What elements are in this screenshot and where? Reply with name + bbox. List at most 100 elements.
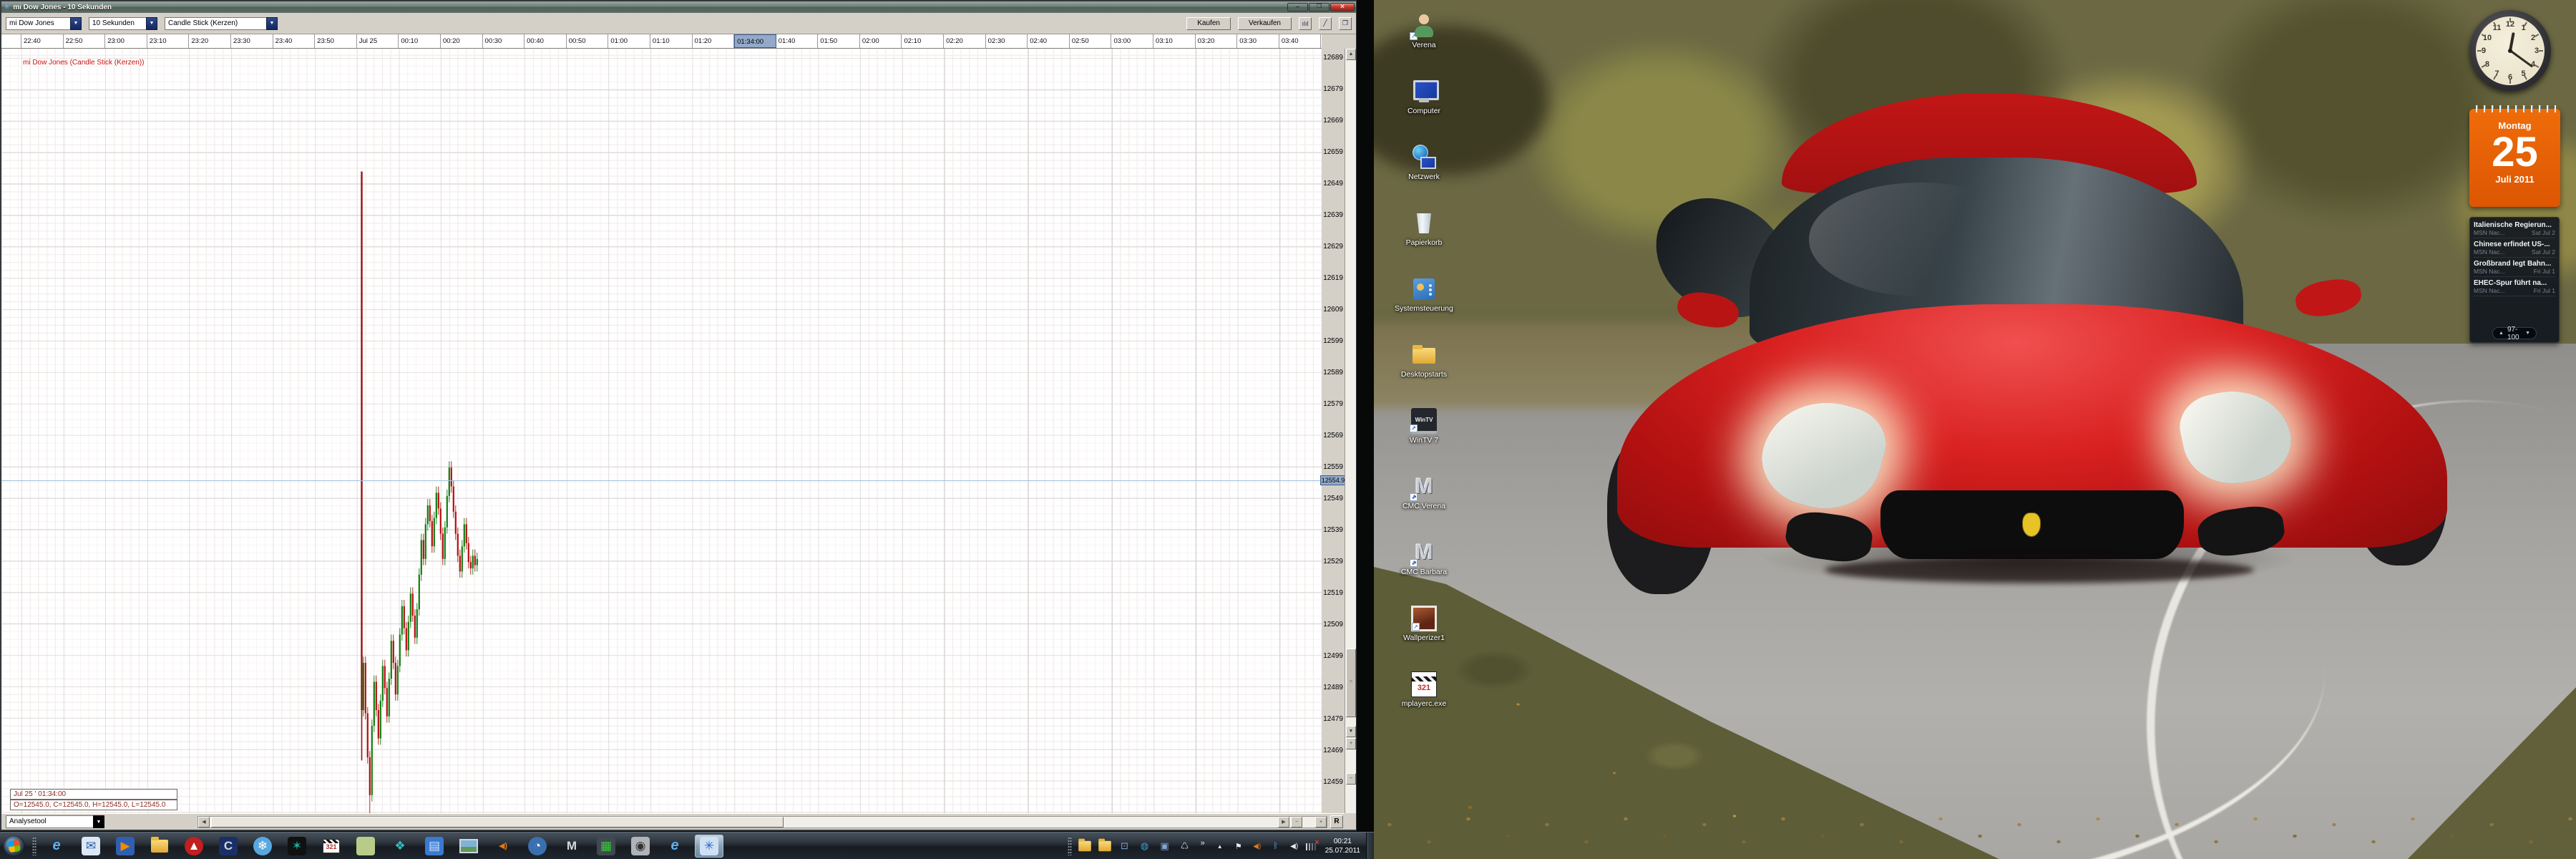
pager-up-icon[interactable]: ▲	[2499, 331, 2504, 336]
scroll-up-button[interactable]: ▲	[1346, 49, 1356, 60]
photo-viewer-icon[interactable]	[454, 835, 483, 858]
scroll-left-button[interactable]: ◀	[198, 817, 210, 828]
draw-line-icon[interactable]: ╱	[1319, 17, 1332, 30]
time-axis-label: 02:00	[860, 34, 902, 48]
zoom-in-horizontal-button[interactable]: +	[1315, 817, 1327, 828]
feed-item-title: Großbrand legt Bahn...	[2474, 260, 2555, 268]
titlebar[interactable]: ✳ mi Dow Jones - 10 Sekunden	[1, 1, 1356, 13]
ie-icon[interactable]: e	[42, 835, 71, 858]
feed-item[interactable]: EHEC-Spur führt na...MSN Nac...Fri Jul 1	[2474, 277, 2555, 296]
volume-bars-icon[interactable]: ılıl	[1299, 17, 1312, 30]
mediamonkey-icon[interactable]: M	[557, 835, 586, 858]
trading-window[interactable]: ✳ mi Dow Jones - 10 Sekunden mi Dow Jone…	[1, 1, 1356, 830]
sell-button[interactable]: Verkaufen	[1238, 17, 1292, 30]
quick-recycle-icon[interactable]: ♺	[1177, 838, 1193, 854]
quick-computer-icon[interactable]: ⊡	[1117, 838, 1133, 854]
vertical-scroll-thumb[interactable]	[1346, 649, 1356, 717]
start-button[interactable]	[4, 835, 25, 857]
second-monitor-desktop[interactable]: VerenaComputerNetzwerkPapierkorbSystemst…	[1374, 0, 2576, 859]
tray-expand-icon[interactable]: ▲	[1213, 843, 1227, 850]
analysis-tool-combobox[interactable]: Analysetool ▼	[6, 815, 104, 828]
chevron-down-icon[interactable]: ▼	[266, 17, 278, 30]
task-manager-icon[interactable]: ▦	[592, 835, 620, 858]
cyberlink-icon[interactable]: C	[214, 835, 243, 858]
chart-plot-area[interactable]: mi Dow Jones (Candle Stick (Kerzen)) Jul…	[1, 49, 1322, 813]
quick-folder-icon[interactable]	[1077, 838, 1093, 854]
feed-item[interactable]: Italienische Regierun...MSN Nac...Sat Ju…	[2474, 219, 2555, 238]
desktop-icon-papierkorb[interactable]: Papierkorb	[1390, 210, 1458, 271]
gauge-icon[interactable]: ◔	[523, 835, 552, 858]
desktop-icon-cmc-verena[interactable]: MCMC Verena	[1390, 474, 1458, 534]
zoom-in-vertical-button[interactable]: +	[1346, 738, 1356, 749]
feed-item[interactable]: Chinese erfindet US-...MSN Nac...Sat Jul…	[2474, 238, 2555, 258]
network-status-icon[interactable]: ×	[1306, 841, 1317, 851]
tray-volume-orange-icon[interactable]: ◀)	[1250, 843, 1264, 850]
zoom-out-vertical-button[interactable]: −	[1346, 773, 1356, 785]
cubes-icon[interactable]: ❖	[386, 835, 414, 858]
candlestick-plot	[1, 96, 1322, 813]
control-panel-icon[interactable]: ▤	[420, 835, 449, 858]
scroll-right-button[interactable]: ▶	[1278, 817, 1289, 828]
feed-item[interactable]: Großbrand legt Bahn...MSN Nac...Fri Jul …	[2474, 258, 2555, 277]
pager-down-icon[interactable]: ▼	[2525, 331, 2530, 336]
volume-app-icon[interactable]: ◀)	[489, 835, 517, 858]
pager-range: 97-100	[2507, 326, 2522, 341]
current-price-line	[1, 480, 1322, 481]
tray-volume-icon[interactable]: ◀)	[1287, 843, 1302, 850]
cascade-windows-icon[interactable]: ❐	[1339, 17, 1352, 30]
desktop-icon-computer[interactable]: Computer	[1390, 79, 1458, 139]
taskbar-grip[interactable]	[1068, 837, 1072, 855]
interval-combobox[interactable]: 10 Sekunden ▼	[89, 17, 157, 30]
desktop-icon-netzwerk[interactable]: Netzwerk	[1390, 145, 1458, 205]
overflow-chevron[interactable]: »	[1201, 839, 1205, 848]
trading-app-icon[interactable]: ✳	[695, 835, 723, 858]
feed-item-meta: MSN Nac...Fri Jul 1	[2474, 287, 2555, 294]
hand-app-icon[interactable]: ✶	[283, 835, 311, 858]
desktop-icon-verena[interactable]: Verena	[1390, 13, 1458, 73]
green-app-icon[interactable]	[351, 835, 380, 858]
desktop-icon-mplayerc-exe[interactable]: 321mplayerc.exe	[1390, 671, 1458, 732]
minimize-button[interactable]	[1287, 3, 1308, 11]
bluetooth-icon[interactable]: ᛒ	[1269, 842, 1283, 850]
vertical-scrollbar[interactable]: ▲ ▼ + −	[1345, 49, 1356, 813]
price-axis-label: 12459	[1323, 778, 1343, 786]
horizontal-scrollbar[interactable]: ◀ ▶ − +	[197, 816, 1327, 828]
taskbar-grip[interactable]	[32, 837, 36, 855]
chevron-down-icon[interactable]: ▼	[93, 815, 104, 828]
horizontal-scroll-thumb[interactable]	[211, 817, 784, 828]
scroll-down-button[interactable]: ▼	[1346, 726, 1356, 737]
quick-user-folder-icon[interactable]	[1097, 838, 1113, 854]
chevron-down-icon[interactable]: ▼	[146, 17, 157, 30]
device-icon[interactable]: ◉	[626, 835, 655, 858]
desktop-icon-wintv-7[interactable]: WinTVWinTV 7	[1390, 408, 1458, 468]
quick-network-icon[interactable]: ◍	[1137, 838, 1153, 854]
news-feed-gadget[interactable]: Italienische Regierun...MSN Nac...Sat Ju…	[2469, 217, 2560, 343]
show-desktop-button[interactable]	[1366, 833, 1374, 859]
nero-flame-icon[interactable]: ▲	[180, 835, 208, 858]
charttype-combobox[interactable]: Candle Stick (Kerzen) ▼	[165, 17, 278, 30]
media-player-icon[interactable]: ▶	[111, 835, 140, 858]
close-button[interactable]	[1330, 3, 1355, 11]
restore-button[interactable]	[1309, 3, 1330, 11]
desktop-icon-wallperizer1[interactable]: Wallperizer1	[1390, 606, 1458, 666]
reset-button[interactable]: R	[1330, 815, 1343, 828]
buy-button[interactable]: Kaufen	[1186, 17, 1231, 30]
desktop-icon-label: mplayerc.exe	[1402, 699, 1446, 708]
time-axis-label: 23:20	[189, 34, 231, 48]
calendar-gadget[interactable]: Montag 25 Juli 2011	[2469, 109, 2560, 207]
clock-gadget[interactable]: 121234567891011	[2469, 10, 2551, 92]
tray-clock[interactable]: 00:21 25.07.2011	[1325, 837, 1360, 856]
snowflake-ball-icon[interactable]: ❄	[248, 835, 277, 858]
desktop-icon-systemsteuerung[interactable]: Systemsteuerung	[1390, 276, 1458, 336]
mail-icon[interactable]: ✉	[77, 835, 105, 858]
explorer-folder-icon[interactable]	[145, 835, 174, 858]
media-player-classic-icon[interactable]: 321	[317, 835, 346, 858]
chevron-down-icon[interactable]: ▼	[70, 17, 82, 30]
action-center-flag-icon[interactable]: ⚑	[1231, 842, 1246, 851]
symbol-combobox[interactable]: mi Dow Jones ▼	[6, 17, 82, 30]
ie2-icon[interactable]: e	[660, 835, 689, 858]
desktop-icon-desktopstarts[interactable]: Desktopstarts	[1390, 342, 1458, 402]
desktop-icon-cmc-barbara[interactable]: MCMC Barbara	[1390, 540, 1458, 600]
zoom-out-horizontal-button[interactable]: −	[1291, 817, 1302, 828]
quick-presentation-icon[interactable]: ▣	[1157, 838, 1173, 854]
